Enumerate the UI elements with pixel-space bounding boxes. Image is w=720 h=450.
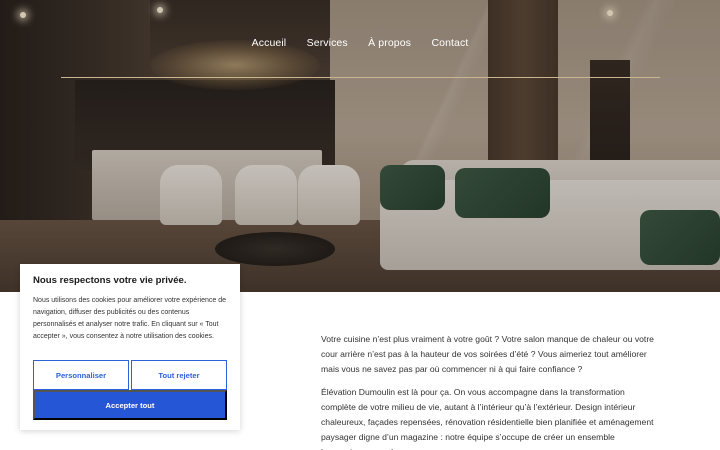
cookie-button-row: Personnaliser Tout rejeter [33,360,227,390]
nav-link-services[interactable]: Services [307,37,348,49]
nav-link-accueil[interactable]: Accueil [252,37,287,49]
main-nav: Accueil Services À propos Contact [0,33,720,49]
nav-link-contact[interactable]: Contact [431,37,468,49]
accept-all-button[interactable]: Accepter tout [33,390,227,420]
cookie-consent-dialog: Nous respectons votre vie privée. Nous u… [20,264,240,430]
cookie-title: Nous respectons votre vie privée. [33,275,187,286]
nav-link-a-propos[interactable]: À propos [368,37,411,49]
intro-paragraph: Votre cuisine n’est plus vraiment à votr… [321,334,654,375]
intro-paragraph: Élévation Dumoulin est là pour ça. On vo… [321,386,654,450]
customize-button[interactable]: Personnaliser [33,360,129,390]
intro-section: Votre cuisine n’est plus vraiment à votr… [321,332,661,450]
cookie-message: Nous utilisons des cookies pour améliore… [33,297,226,340]
reject-all-button[interactable]: Tout rejeter [131,360,227,390]
nav-divider [61,77,660,78]
